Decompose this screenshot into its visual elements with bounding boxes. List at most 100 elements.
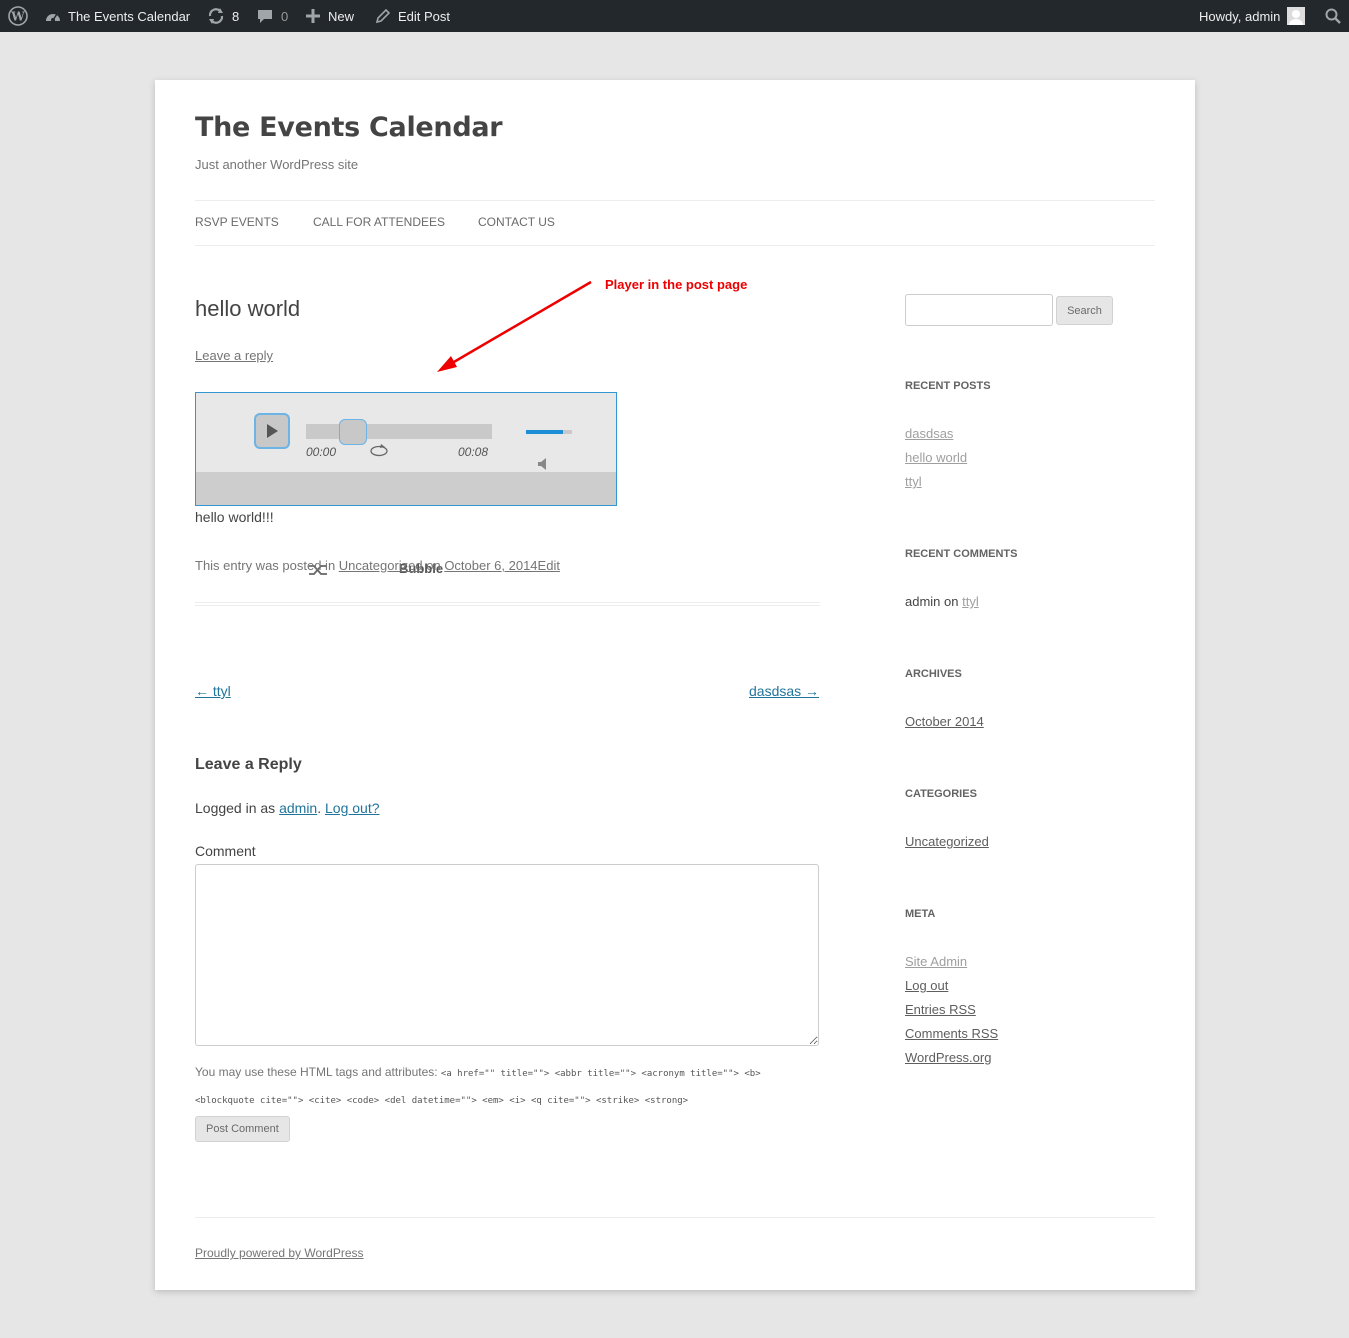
- comment-label: Comment: [195, 843, 256, 859]
- entry-meta: This entry was posted in Uncategorized o…: [195, 558, 560, 573]
- meta-item: Site Admin: [905, 954, 967, 969]
- comment-textarea[interactable]: [195, 864, 819, 1046]
- annotation-label: Player in the post page: [605, 277, 748, 292]
- meta-item: Comments RSS: [905, 1026, 998, 1041]
- date-link[interactable]: October 6, 2014: [444, 558, 537, 573]
- nav-divider-bottom: [195, 245, 1155, 246]
- nav-item-contact-us[interactable]: CONTACT US: [478, 215, 555, 229]
- edit-post-label: Edit Post: [398, 8, 451, 24]
- site-tagline: Just another WordPress site: [195, 157, 359, 172]
- pencil-icon: [375, 8, 390, 24]
- page-container: The Events Calendar Just another WordPre…: [155, 80, 1195, 1290]
- category-item: Uncategorized: [905, 834, 989, 849]
- leave-reply-link[interactable]: Leave a reply: [195, 348, 273, 363]
- svg-text:W: W: [10, 10, 25, 24]
- seek-bar[interactable]: [306, 424, 492, 439]
- current-time: 00:00: [306, 445, 337, 459]
- allowed-tags-code-1: <a href="" title=""> <abbr title=""> <ac…: [440, 1069, 761, 1079]
- volume-slider[interactable]: [526, 430, 572, 434]
- recent-posts-title: RECENT POSTS: [905, 380, 991, 392]
- category-widget-link[interactable]: Uncategorized: [905, 834, 989, 849]
- entry-meta-on: on: [422, 558, 445, 573]
- repeat-icon[interactable]: [369, 443, 389, 462]
- archives-title: ARCHIVES: [905, 668, 962, 680]
- meta-logout-link[interactable]: Log out: [905, 978, 948, 993]
- updates-icon: [207, 7, 225, 25]
- entry-divider: [195, 602, 820, 603]
- archive-link[interactable]: October 2014: [905, 714, 984, 729]
- search-input[interactable]: [905, 294, 1053, 326]
- recent-post-link[interactable]: dasdsas: [905, 426, 953, 441]
- comments-rss-link[interactable]: Comments RSS: [905, 1026, 998, 1041]
- nav-item-call-for-attendees[interactable]: CALL FOR ATTENDEES: [313, 215, 445, 229]
- recent-comment-author: admin: [905, 594, 941, 609]
- entries-rss-link[interactable]: Entries RSS: [905, 1002, 976, 1017]
- admin-bar-new[interactable]: New: [306, 0, 354, 32]
- admin-bar-search-icon[interactable]: [1325, 0, 1341, 32]
- admin-bar-account[interactable]: Howdy, admin: [1199, 0, 1306, 32]
- recent-post-item: ttyl: [905, 474, 922, 489]
- audio-player: 00:00 00:08 Bubble: [195, 392, 617, 576]
- archive-item: October 2014: [905, 714, 984, 729]
- updates-count: 8: [232, 8, 240, 24]
- edit-link[interactable]: Edit: [538, 558, 560, 573]
- comment-bubble-icon: [257, 8, 273, 24]
- allowed-tags-prefix: You may use these HTML tags and attribut…: [195, 1065, 441, 1079]
- play-icon: [267, 424, 278, 438]
- nav-item-rsvp-events[interactable]: RSVP EVENTS: [195, 215, 279, 229]
- meta-item: WordPress.org: [905, 1050, 991, 1065]
- site-title[interactable]: The Events Calendar: [195, 112, 503, 143]
- allowed-tags-note: You may use these HTML tags and attribut…: [195, 1060, 820, 1114]
- play-button[interactable]: [254, 413, 290, 449]
- admin-bar-site-name: The Events Calendar: [68, 8, 191, 24]
- logout-link[interactable]: Log out?: [325, 800, 380, 816]
- powered-by-link[interactable]: Proudly powered by WordPress: [195, 1246, 364, 1260]
- user-profile-link[interactable]: admin: [279, 800, 317, 816]
- next-post-link[interactable]: dasdsas →: [749, 683, 819, 699]
- entry-divider-2: [195, 605, 820, 606]
- admin-bar-comments[interactable]: 0: [257, 0, 288, 32]
- categories-title: CATEGORIES: [905, 788, 977, 800]
- recent-comment-post-link[interactable]: ttyl: [962, 594, 979, 609]
- meta-item: Entries RSS: [905, 1002, 976, 1017]
- howdy-text: Howdy, admin: [1199, 8, 1281, 24]
- new-label: New: [328, 8, 355, 24]
- admin-bar-updates[interactable]: 8: [207, 0, 239, 32]
- previous-post-link[interactable]: ← ttyl: [195, 683, 231, 699]
- footer-credit: Proudly powered by WordPress: [195, 1246, 364, 1260]
- allowed-tags-code-2: <blockquote cite=""> <cite> <code> <del …: [195, 1096, 689, 1106]
- recent-post-item: hello world: [905, 450, 967, 465]
- meta-item: Log out: [905, 978, 948, 993]
- recent-post-link[interactable]: ttyl: [905, 474, 922, 489]
- wordpress-logo-icon[interactable]: W: [8, 0, 28, 32]
- site-admin-link[interactable]: Site Admin: [905, 954, 967, 969]
- logged-in-as: Logged in as admin. Log out?: [195, 800, 380, 816]
- admin-bar-edit-post[interactable]: Edit Post: [375, 0, 450, 32]
- post-title: hello world: [195, 296, 301, 321]
- player-footer: Bubble: [196, 472, 616, 576]
- search-button[interactable]: Search: [1056, 296, 1113, 325]
- post-comment-button[interactable]: Post Comment: [195, 1116, 290, 1142]
- meta-title: META: [905, 908, 936, 920]
- recent-comment-on: on: [940, 594, 963, 609]
- volume-level: [526, 430, 563, 434]
- seek-handle[interactable]: [338, 419, 367, 445]
- dashboard-icon: [44, 8, 62, 24]
- annotation-arrow: [437, 280, 592, 372]
- avatar: [1287, 7, 1306, 25]
- wordpress-org-link[interactable]: WordPress.org: [905, 1050, 991, 1065]
- footer-divider: [195, 1217, 1155, 1218]
- category-link[interactable]: Uncategorized: [339, 558, 423, 573]
- post-content: hello world!!!: [195, 509, 274, 525]
- recent-post-link[interactable]: hello world: [905, 450, 967, 465]
- entry-meta-prefix: This entry was posted in: [195, 558, 339, 573]
- comments-count: 0: [281, 8, 289, 24]
- admin-bar-site-link[interactable]: The Events Calendar: [44, 0, 190, 32]
- recent-comment-item: admin on ttyl: [905, 594, 979, 609]
- reply-title: Leave a Reply: [195, 756, 302, 773]
- recent-post-item: dasdsas: [905, 426, 953, 441]
- recent-comments-title: RECENT COMMENTS: [905, 548, 1018, 560]
- nav-divider-top: [195, 200, 1155, 201]
- plus-icon: [306, 9, 320, 23]
- admin-bar: W The Events Calendar 8 0 New Edit Post …: [0, 0, 1349, 32]
